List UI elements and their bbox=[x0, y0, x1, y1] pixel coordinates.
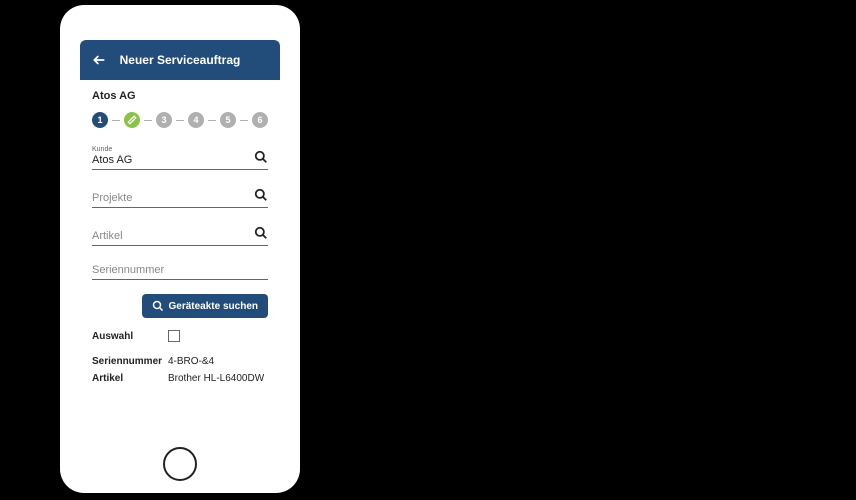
auswahl-row: Auswahl bbox=[92, 330, 268, 342]
search-icon[interactable] bbox=[254, 226, 268, 242]
seriennummer-placeholder: Seriennummer bbox=[92, 264, 268, 276]
search-icon bbox=[152, 300, 164, 312]
artikel-placeholder: Artikel bbox=[92, 230, 254, 242]
step-3[interactable]: 3 bbox=[156, 112, 172, 128]
header-title: Neuer Serviceauftrag bbox=[80, 53, 280, 67]
step-6[interactable]: 6 bbox=[252, 112, 268, 128]
artikel-result-label: Artikel bbox=[92, 373, 150, 384]
phone-frame: Neuer Serviceauftrag Atos AG 1 3 4 5 bbox=[60, 5, 300, 493]
back-icon[interactable] bbox=[92, 53, 106, 67]
step-line bbox=[240, 120, 248, 121]
kunde-label: Kunde bbox=[92, 146, 254, 153]
step-1[interactable]: 1 bbox=[92, 112, 108, 128]
search-device-button[interactable]: Geräteakte suchen bbox=[142, 294, 269, 318]
search-icon[interactable] bbox=[254, 150, 268, 166]
stepper: 1 3 4 5 6 bbox=[92, 112, 268, 128]
search-icon[interactable] bbox=[254, 188, 268, 204]
kunde-field[interactable]: Kunde Atos AG bbox=[92, 142, 268, 170]
seriennummer-result-label: Seriennummer bbox=[92, 356, 150, 367]
seriennummer-row: Seriennummer 4-BRO-&4 bbox=[92, 356, 268, 367]
auswahl-label: Auswahl bbox=[92, 331, 150, 342]
phone-notch bbox=[150, 5, 210, 13]
seriennummer-field[interactable]: Seriennummer bbox=[92, 260, 268, 280]
step-5[interactable]: 5 bbox=[220, 112, 236, 128]
kunde-value: Atos AG bbox=[92, 154, 254, 166]
app-screen: Neuer Serviceauftrag Atos AG 1 3 4 5 bbox=[80, 40, 280, 435]
artikel-row: Artikel Brother HL-L6400DW bbox=[92, 373, 268, 384]
artikel-field[interactable]: Artikel bbox=[92, 222, 268, 246]
home-button[interactable] bbox=[163, 447, 197, 481]
artikel-result-value: Brother HL-L6400DW bbox=[168, 373, 268, 384]
projekte-placeholder: Projekte bbox=[92, 192, 254, 204]
step-2[interactable] bbox=[124, 112, 140, 128]
step-line bbox=[144, 120, 152, 121]
step-line bbox=[112, 120, 120, 121]
step-line bbox=[208, 120, 216, 121]
company-name: Atos AG bbox=[92, 90, 268, 102]
step-4[interactable]: 4 bbox=[188, 112, 204, 128]
projekte-field[interactable]: Projekte bbox=[92, 184, 268, 208]
seriennummer-result-value: 4-BRO-&4 bbox=[168, 356, 268, 367]
auswahl-checkbox[interactable] bbox=[168, 330, 180, 342]
app-header: Neuer Serviceauftrag bbox=[80, 40, 280, 80]
step-line bbox=[176, 120, 184, 121]
search-button-label: Geräteakte suchen bbox=[169, 301, 259, 312]
content-area: Atos AG 1 3 4 5 6 Ku bbox=[80, 80, 280, 384]
